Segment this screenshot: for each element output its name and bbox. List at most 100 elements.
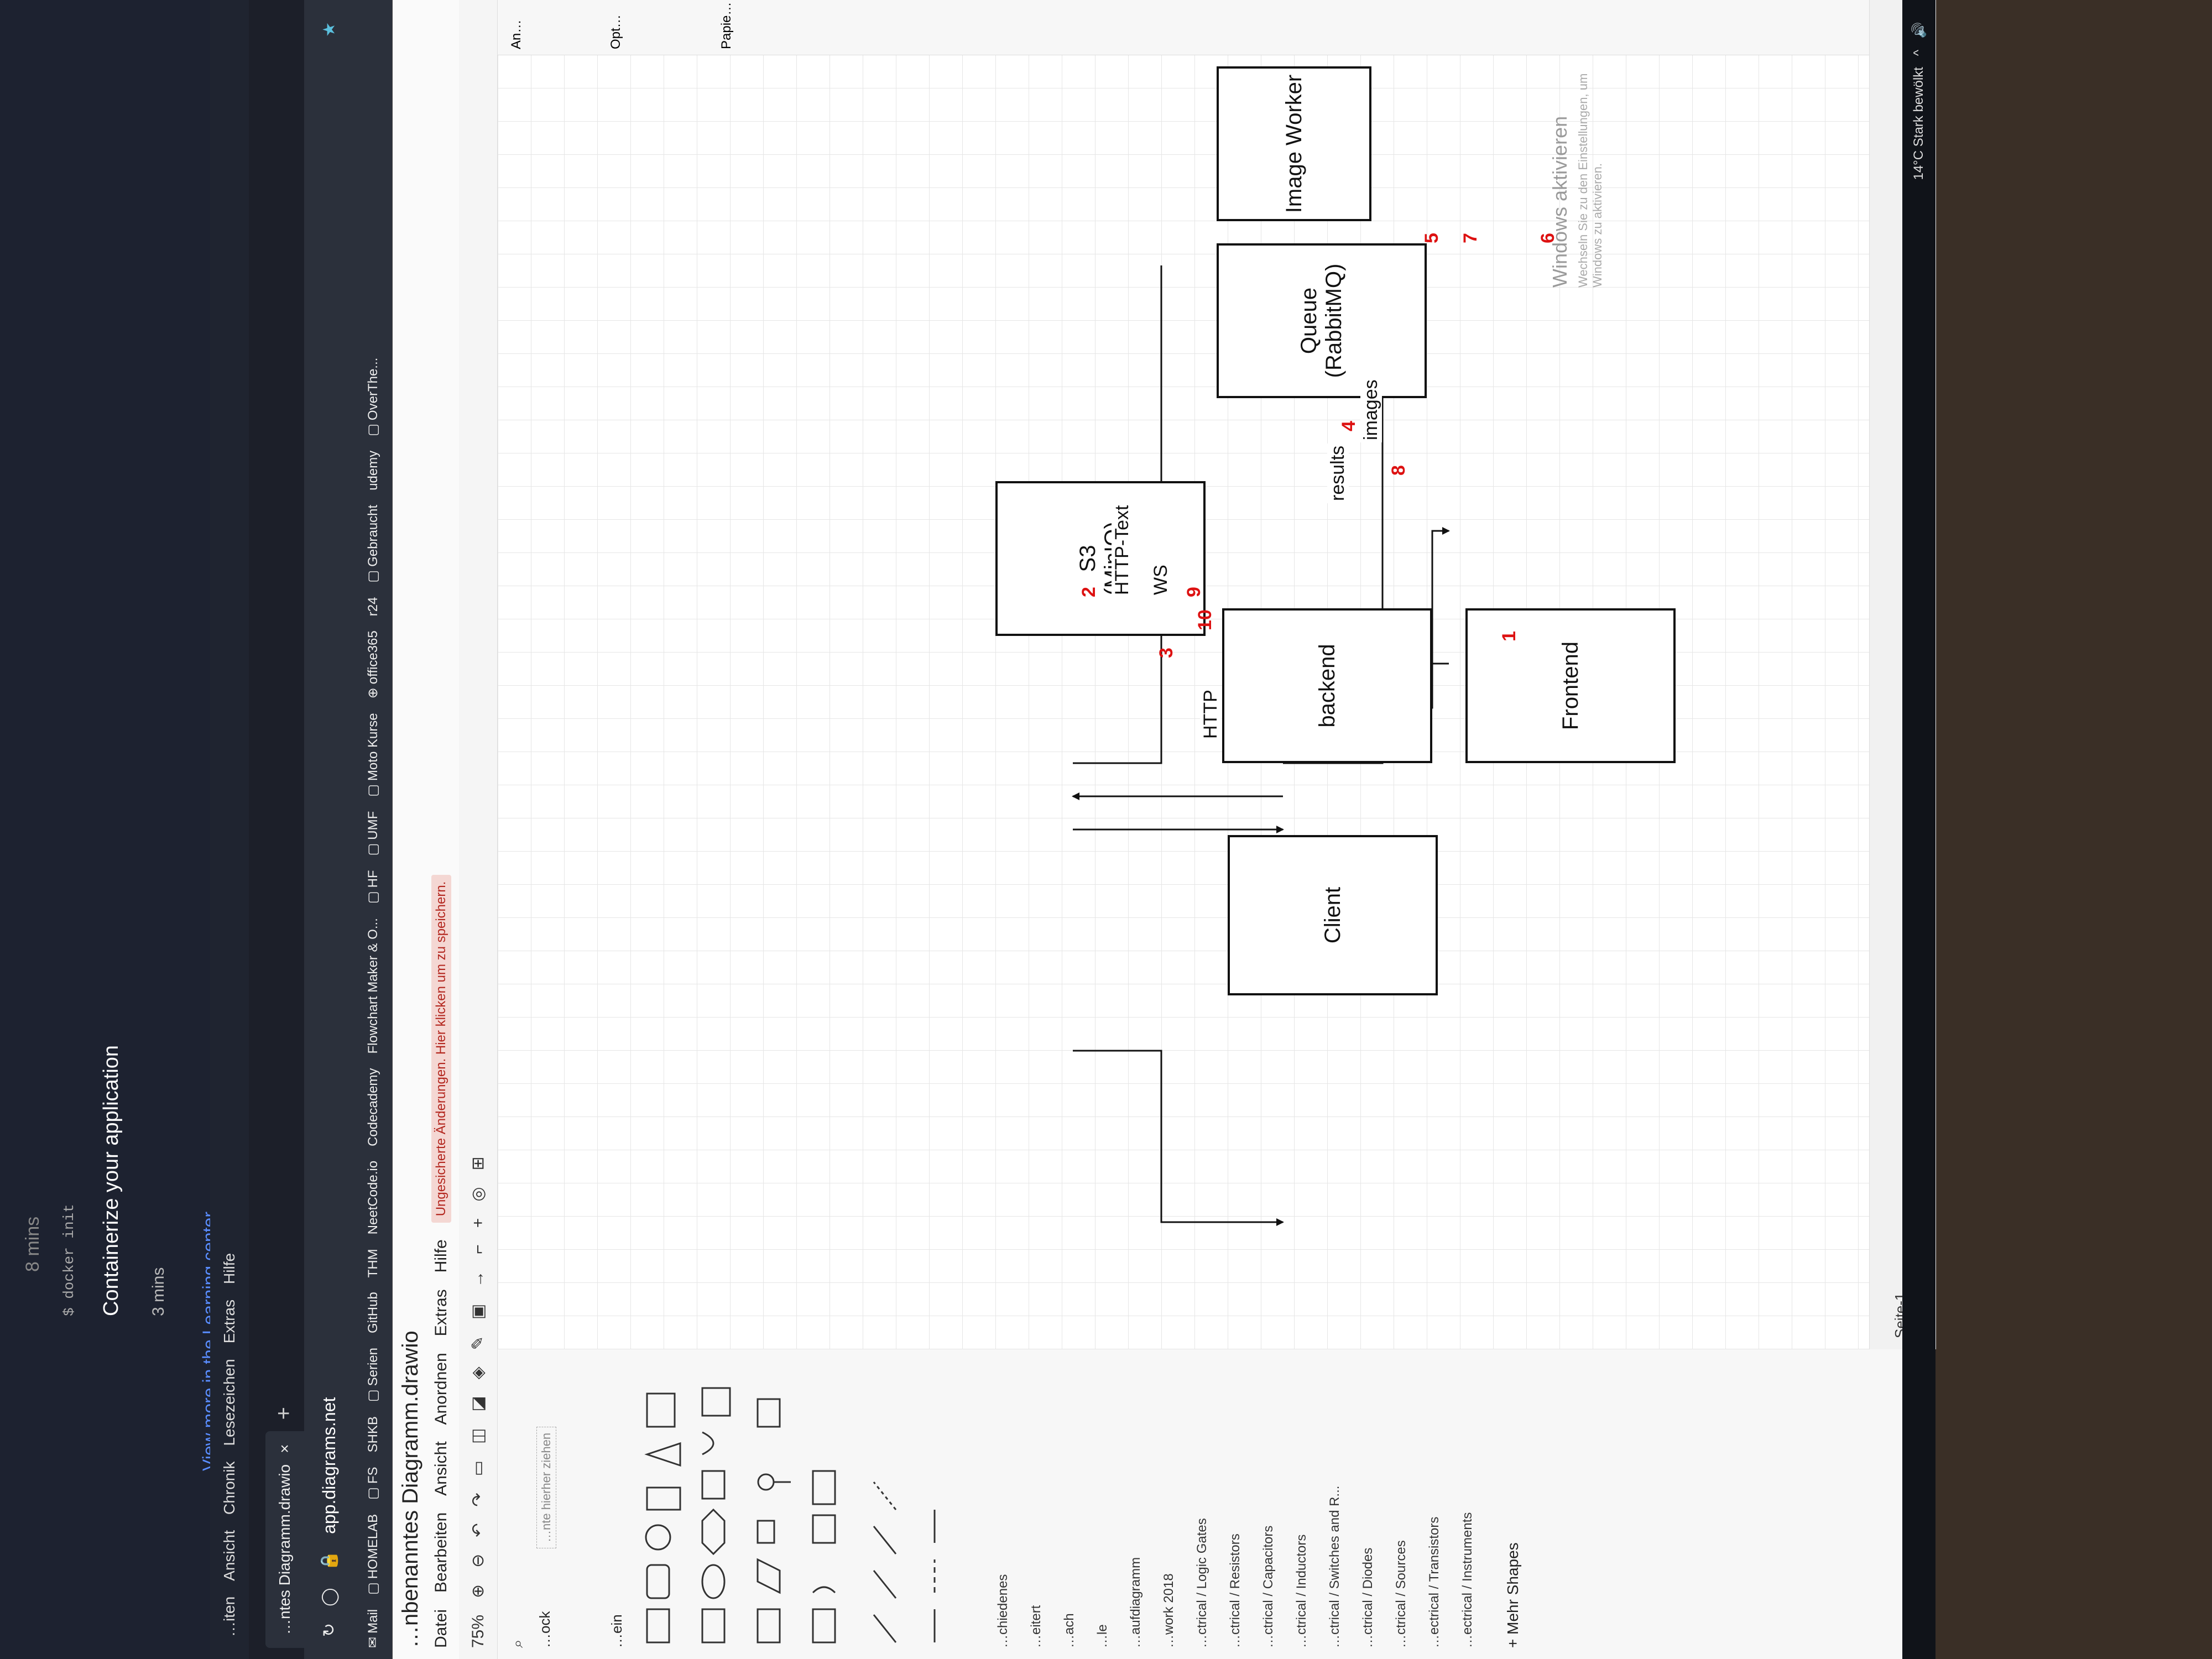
bookmark-item[interactable]: ▢ UMF [365,811,381,856]
bookmark-item[interactable]: THM [366,1249,381,1277]
to-front-icon[interactable]: ◫ [468,1428,488,1444]
library-item[interactable]: …ctrical / Capacitors [1261,1526,1276,1648]
menu-item[interactable]: Chronik [221,1462,238,1515]
sidebar-section[interactable]: …ein [608,1614,625,1648]
menu-item[interactable]: Lesezeichen [221,1359,238,1446]
library-item[interactable]: …ctrical / Diodes [1360,1548,1376,1648]
document-title[interactable]: …nbenanntes Diagramm.drawio [398,1331,423,1648]
bookmark-item[interactable]: ⊕ office365 [365,630,381,698]
step-number: 9 [1183,587,1204,597]
menu-datei[interactable]: Datei [432,1609,451,1648]
step-number: 3 [1156,648,1177,658]
drop-area[interactable]: …nte hierher ziehen [536,1426,556,1548]
sidebar-section[interactable]: …ock [536,1611,554,1648]
bookmark-item[interactable]: r24 [366,597,381,617]
bookmark-star-icon[interactable]: ★ [320,22,339,37]
table-icon[interactable]: ⊞ [468,1156,488,1170]
redo-icon[interactable]: ↷ [468,1493,488,1506]
undo-icon[interactable]: ↶ [468,1524,488,1537]
library-item[interactable]: …le [1095,1624,1110,1648]
menu-hilfe[interactable]: Hilfe [432,1239,451,1272]
library-item[interactable]: …ctrical / Sources [1394,1540,1409,1648]
zoom-out-icon[interactable]: ⊖ [468,1554,488,1568]
diagram-canvas[interactable]: Frontend backend Client S3 (MinIO) Queue… [498,55,1869,1349]
menu-anordnen[interactable]: Anordnen [432,1353,451,1425]
node-frontend[interactable]: Frontend [1465,608,1676,763]
bookmark-item[interactable]: SHKB [366,1416,381,1452]
label-images: images [1360,377,1382,442]
bookmark-item[interactable]: ✉ Mail [365,1609,381,1648]
library-item[interactable]: …ctrical / Inductors [1294,1535,1310,1648]
unsaved-changes-notice[interactable]: Ungesicherte Änderungen. Hier klicken um… [431,874,451,1223]
library-item[interactable]: …ectrical / Instruments [1460,1512,1475,1648]
fill-color-icon[interactable]: ◈ [468,1366,488,1379]
label-results: results [1327,443,1349,503]
bookmark-label: HOMELAB [365,1514,380,1579]
reload-icon[interactable]: ↻ [320,1623,339,1637]
waypoints-icon[interactable]: ⌐ [469,1244,488,1254]
library-item[interactable]: …eitert [1029,1605,1044,1648]
menu-item[interactable]: Ansicht [221,1530,238,1581]
to-back-icon[interactable]: ◪ [468,1396,488,1411]
node-image-worker[interactable]: Image Worker [1217,66,1371,221]
connection-icon[interactable]: → [469,1271,488,1287]
menu-ansicht[interactable]: Ansicht [432,1441,451,1495]
folder-icon: ▢ [366,891,380,904]
bookmark-item[interactable]: ▢ Serien [365,1348,381,1402]
delete-icon[interactable]: ▭ [468,1460,488,1476]
library-item[interactable]: …ectrical / Transistors [1427,1517,1442,1648]
library-item[interactable]: …aufdiagramm [1128,1557,1144,1648]
library-item[interactable]: …ctrical / Logic Gates [1194,1518,1210,1648]
insert-icon[interactable]: + [469,1218,488,1228]
tray-chevron-icon[interactable]: ^ [1911,50,1927,56]
bookmark-item[interactable]: NeetCode.io [366,1161,381,1234]
library-item[interactable]: …work 2018 [1161,1573,1177,1648]
shapes-sidebar: ⌕ …ock …nte hierher ziehen …ein …chieden… [498,1349,1936,1659]
node-client[interactable]: Client [1228,835,1438,995]
bookmark-item[interactable]: ▢ Gebraucht [365,505,381,583]
bookmark-item[interactable]: GitHub [366,1292,381,1333]
bookmark-item[interactable]: ▢ HOMELAB [365,1514,381,1595]
close-icon[interactable]: × [276,1444,294,1453]
node-queue[interactable]: Queue (RabbitMQ) [1217,243,1427,398]
bookmark-label: Mail [365,1609,380,1634]
step-number: 4 [1338,421,1359,431]
bookmark-item[interactable]: ▢ Moto Kurse [365,713,381,796]
menu-item[interactable]: Hilfe [221,1253,238,1284]
shape-icon[interactable]: ◎ [468,1187,488,1201]
bookmark-item[interactable]: ▢ OverThe... [365,358,381,436]
lock-icon[interactable]: 🔒 [320,1551,339,1571]
bookmark-item[interactable]: Flowchart Maker & O... [366,918,381,1053]
menu-item[interactable]: …iten [221,1597,238,1637]
menu-extras[interactable]: Extras [432,1289,451,1336]
node-s3[interactable]: S3 (MinIO) [995,481,1206,636]
volume-icon[interactable]: 🔊 [1911,22,1927,39]
library-item[interactable]: …chiedenes [995,1574,1011,1648]
shield-icon[interactable]: ◯ [320,1588,339,1606]
bookmark-item[interactable]: ▢ HF [365,870,381,904]
menu-item[interactable]: Extras [221,1300,238,1343]
url-input[interactable]: app.diagrams.net [319,1397,340,1534]
weather-widget[interactable]: 14°C Stark bewölkt [1911,67,1927,180]
card-title: Containerize your application [100,1045,123,1316]
address-bar: ↻ ◯ 🔒 app.diagrams.net ★ [304,0,354,1659]
new-tab-button[interactable]: + [272,1407,296,1420]
line-color-icon[interactable]: ✎ [468,1336,488,1350]
bookmark-item[interactable]: Codecademy [366,1068,381,1146]
shadow-icon[interactable]: ▣ [468,1304,488,1319]
zoom-select[interactable]: 75% [469,1615,488,1648]
menu-bearbeiten[interactable]: Bearbeiten [432,1512,451,1593]
library-item[interactable]: …ctrical / Switches and R... [1327,1486,1343,1648]
browser-tab[interactable]: …ntes Diagramm.drawio × [265,1431,304,1648]
globe-icon: ⊕ [366,687,380,699]
zoom-in-icon[interactable]: ⊕ [468,1584,488,1598]
library-item[interactable]: …ctrical / Resistors [1228,1533,1243,1648]
bookmark-item[interactable]: ▢ FS [365,1467,381,1499]
more-shapes-button[interactable]: + Mehr Shapes [1504,1542,1522,1648]
shape-palette[interactable] [641,1360,951,1648]
rotated-screen: …iten Ansicht Chronik Lesezeichen Extras… [210,0,1936,1659]
bookmark-item[interactable]: udemy [366,451,381,491]
node-backend[interactable]: backend [1222,608,1432,763]
search-icon[interactable]: ⌕ [509,1639,527,1648]
library-item[interactable]: …ach [1062,1613,1077,1648]
